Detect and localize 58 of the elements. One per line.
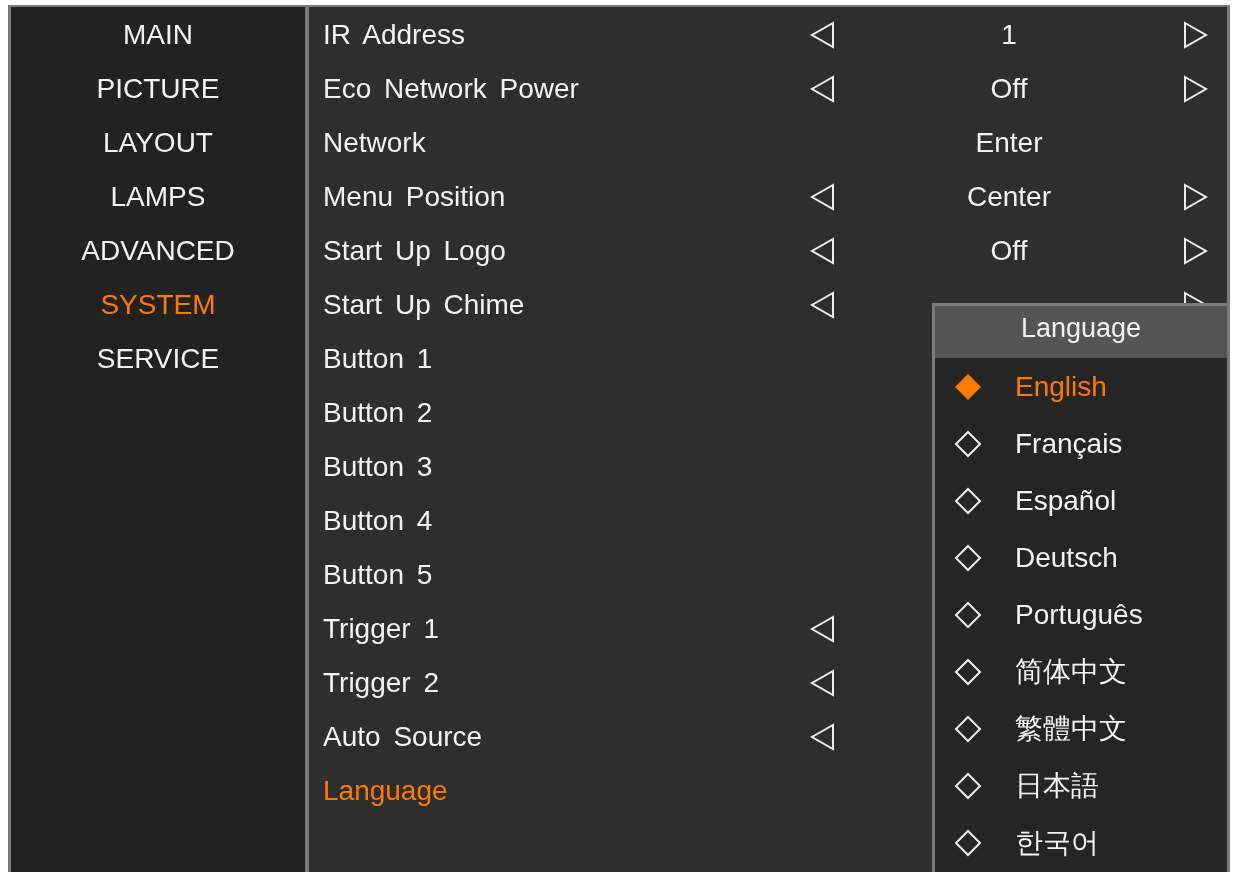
left-arrow-icon[interactable] bbox=[809, 668, 835, 698]
menu-item[interactable]: Trigger 1 bbox=[323, 613, 809, 645]
menu-item[interactable]: Language bbox=[323, 775, 809, 807]
menu-item[interactable]: IR Address bbox=[323, 19, 809, 51]
right-arrow-icon[interactable] bbox=[1183, 182, 1209, 212]
left-arrow-icon[interactable] bbox=[809, 74, 835, 104]
sidebar-item[interactable]: SYSTEM bbox=[100, 289, 216, 321]
radio-diamond-icon[interactable] bbox=[953, 656, 983, 687]
language-option[interactable]: 日本語 bbox=[1015, 766, 1099, 805]
menu-item[interactable]: Button 3 bbox=[323, 451, 809, 483]
right-arrow-icon[interactable] bbox=[1183, 236, 1209, 266]
menu-item[interactable]: Button 1 bbox=[323, 343, 809, 375]
language-option[interactable]: Français bbox=[1015, 427, 1123, 460]
sidebar-item[interactable]: LAYOUT bbox=[103, 127, 213, 159]
radio-diamond-icon[interactable] bbox=[953, 428, 983, 459]
left-arrow-icon[interactable] bbox=[809, 290, 835, 320]
left-arrow-icon[interactable] bbox=[809, 20, 835, 50]
language-option[interactable]: 简体中文 bbox=[1015, 652, 1127, 691]
language-option[interactable]: 繁體中文 bbox=[1015, 709, 1127, 748]
sidebar-item[interactable]: LAMPS bbox=[110, 181, 206, 213]
menu-value: Center bbox=[966, 181, 1051, 212]
language-option[interactable]: Deutsch bbox=[1015, 541, 1118, 574]
radio-diamond-icon[interactable] bbox=[953, 542, 983, 573]
sidebar-item[interactable]: SERVICE bbox=[96, 343, 220, 375]
radio-diamond-icon[interactable] bbox=[953, 770, 983, 801]
menu-value: Off bbox=[990, 73, 1028, 104]
right-arrow-icon[interactable] bbox=[1183, 20, 1209, 50]
sidebar-item[interactable]: PICTURE bbox=[96, 73, 220, 105]
language-option[interactable]: English bbox=[1015, 370, 1107, 403]
left-arrow-icon[interactable] bbox=[809, 182, 835, 212]
popup-title: Language bbox=[935, 306, 1227, 358]
left-arrow-icon[interactable] bbox=[809, 722, 835, 752]
menu-value: 1 bbox=[1001, 19, 1017, 50]
radio-diamond-icon[interactable] bbox=[953, 371, 983, 402]
right-arrow-icon[interactable] bbox=[1183, 74, 1209, 104]
menu-item[interactable]: Network bbox=[323, 127, 809, 159]
left-arrow-icon[interactable] bbox=[809, 236, 835, 266]
menu-item[interactable]: Eco Network Power bbox=[323, 73, 809, 105]
menu-value: Enter bbox=[975, 127, 1043, 158]
language-option[interactable]: Español bbox=[1015, 484, 1117, 517]
menu-item[interactable]: Start Up Chime bbox=[323, 289, 809, 321]
menu-item[interactable]: Auto Source bbox=[323, 721, 809, 753]
menu-item[interactable]: Trigger 2 bbox=[323, 667, 809, 699]
menu-item[interactable]: Button 4 bbox=[323, 505, 809, 537]
sidebar-item[interactable]: ADVANCED bbox=[81, 235, 235, 267]
menu-item[interactable]: Button 5 bbox=[323, 559, 809, 591]
radio-diamond-icon[interactable] bbox=[953, 827, 983, 858]
menu-item[interactable]: Start Up Logo bbox=[323, 235, 809, 267]
menu-item[interactable]: Button 2 bbox=[323, 397, 809, 429]
left-arrow-icon[interactable] bbox=[809, 614, 835, 644]
language-option[interactable]: 한국어 bbox=[1015, 823, 1099, 862]
radio-diamond-icon[interactable] bbox=[953, 713, 983, 744]
radio-diamond-icon[interactable] bbox=[953, 485, 983, 516]
menu-item[interactable]: Menu Position bbox=[323, 181, 809, 213]
sidebar-item[interactable]: MAIN bbox=[123, 19, 193, 51]
radio-diamond-icon[interactable] bbox=[953, 599, 983, 630]
language-option[interactable]: Português bbox=[1015, 598, 1143, 631]
menu-value: Off bbox=[990, 235, 1028, 266]
